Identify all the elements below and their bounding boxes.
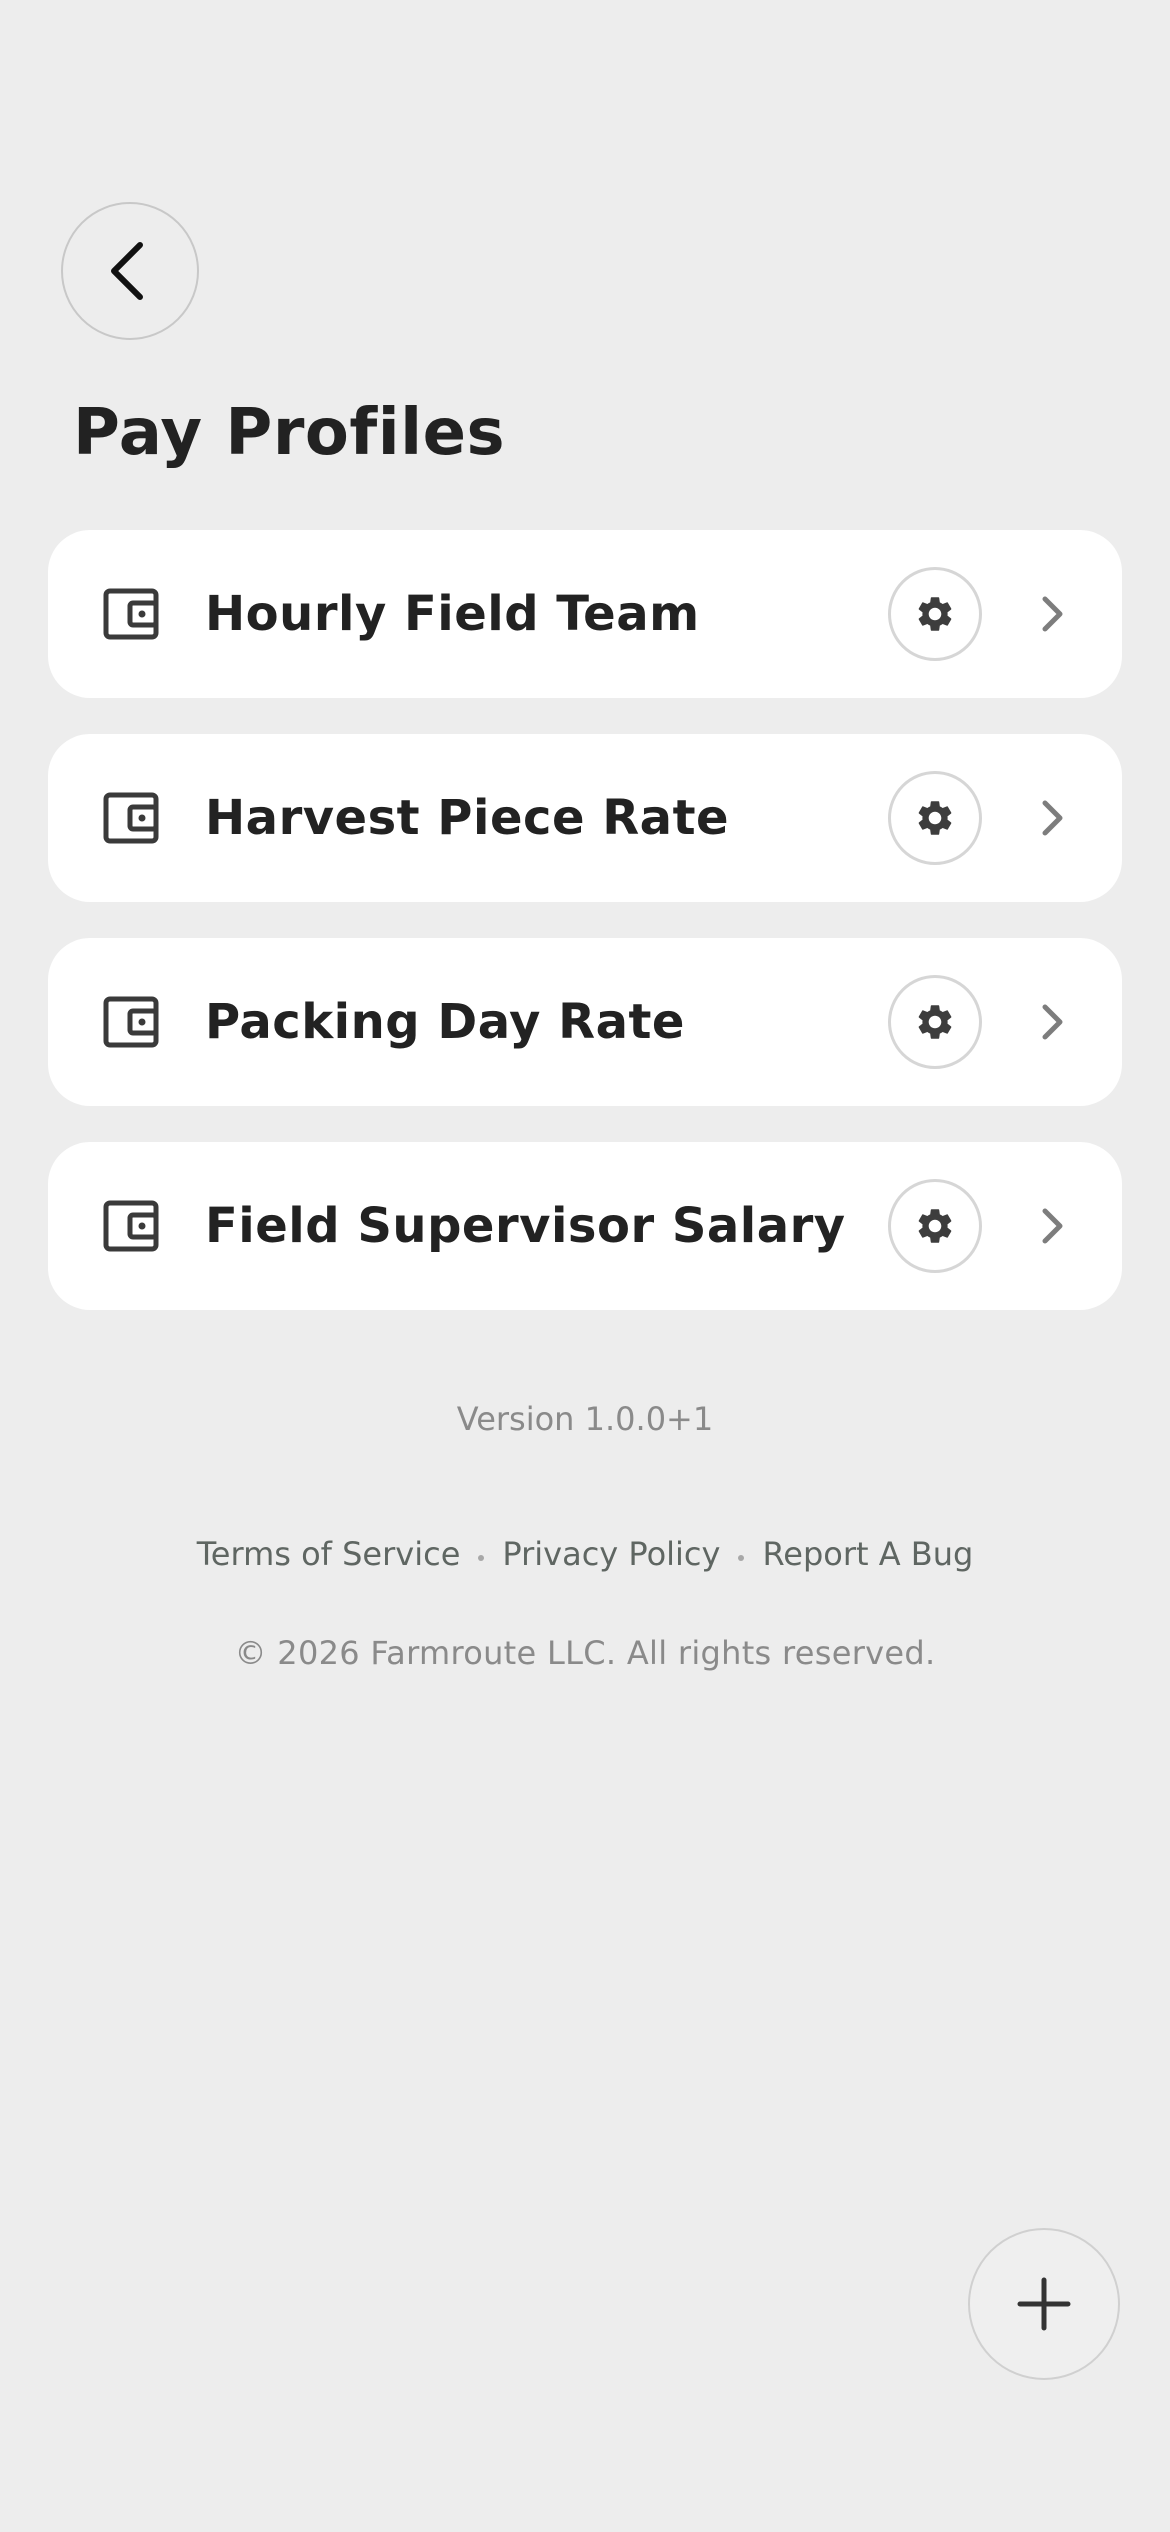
wallet-icon (103, 1198, 159, 1254)
back-button[interactable] (61, 202, 199, 340)
pay-profile-name: Packing Day Rate (205, 994, 685, 1050)
privacy-policy-link[interactable]: Privacy Policy (502, 1530, 720, 1578)
app-version: Version 1.0.0+1 (456, 1400, 714, 1438)
footer-links: Terms of Service Privacy Policy Report A… (0, 1530, 1170, 1578)
page-title: Pay Profiles (73, 396, 506, 470)
gear-icon (914, 797, 956, 839)
wallet-icon (103, 586, 159, 642)
separator-dot (738, 1555, 745, 1561)
add-pay-profile-button[interactable] (968, 2228, 1120, 2380)
pay-profile-name: Hourly Field Team (205, 586, 700, 642)
profile-settings-button[interactable] (888, 771, 982, 865)
wallet-icon (103, 790, 159, 846)
pay-profile-name: Harvest Piece Rate (205, 790, 730, 846)
pay-profile-name: Field Supervisor Salary (205, 1198, 846, 1254)
profile-settings-button[interactable] (888, 1179, 982, 1273)
profile-settings-button[interactable] (888, 567, 982, 661)
report-bug-link[interactable]: Report A Bug (762, 1530, 973, 1578)
pay-profile-card[interactable]: Harvest Piece Rate (48, 734, 1122, 902)
pay-profile-list: Hourly Field Team Harvest Piece Rate Pac… (48, 530, 1122, 1346)
separator-dot (478, 1555, 485, 1561)
pay-profile-card[interactable]: Hourly Field Team (48, 530, 1122, 698)
gear-icon (914, 1001, 956, 1043)
chevron-right-icon (1028, 590, 1076, 638)
pay-profile-card[interactable]: Field Supervisor Salary (48, 1142, 1122, 1310)
chevron-right-icon (1028, 998, 1076, 1046)
profile-settings-button[interactable] (888, 975, 982, 1069)
gear-icon (914, 1205, 956, 1247)
terms-of-service-link[interactable]: Terms of Service (197, 1530, 461, 1578)
gear-icon (914, 593, 956, 635)
pay-profile-card[interactable]: Packing Day Rate (48, 938, 1122, 1106)
wallet-icon (103, 994, 159, 1050)
chevron-right-icon (1028, 1202, 1076, 1250)
copyright-text: © 2026 Farmroute LLC. All rights reserve… (234, 1634, 936, 1672)
plus-icon (1016, 2276, 1072, 2332)
chevron-left-icon (98, 239, 162, 303)
chevron-right-icon (1028, 794, 1076, 842)
